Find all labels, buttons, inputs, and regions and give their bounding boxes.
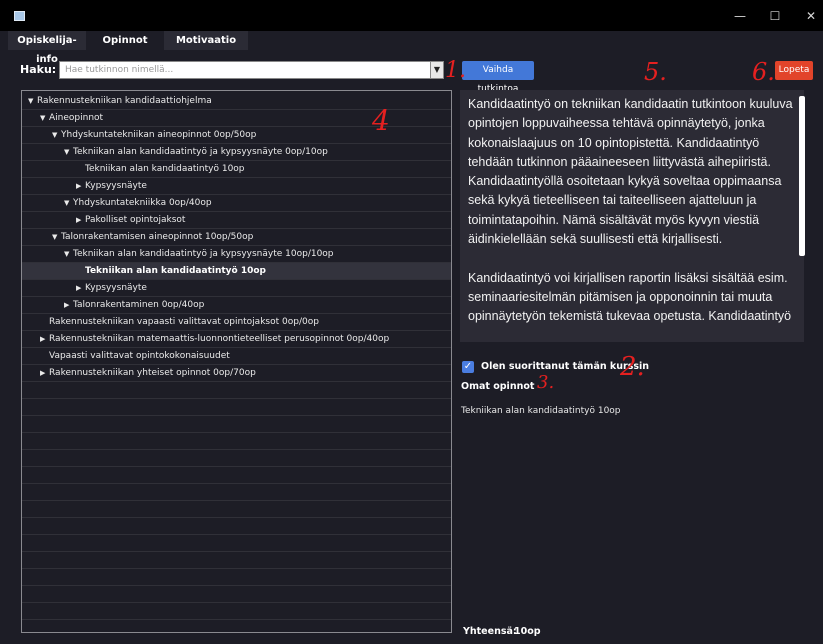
minimize-button[interactable]: — [730, 7, 750, 25]
tree-empty-row [22, 484, 451, 501]
tree-item[interactable]: ▼ Tekniikan alan kandidaatintyö ja kypsyy… [22, 144, 451, 161]
tree-item[interactable]: Tekniikan alan kandidaatintyö 10op [22, 263, 451, 280]
tree-empty-row [22, 569, 451, 586]
annotation-1: 1. [445, 58, 466, 83]
tree-item[interactable]: ▶ Kypsyysnäyte [22, 280, 451, 297]
tree-item-label: Vapaasti valittavat opintokokonaisuudet [49, 351, 230, 361]
chevron-right-icon[interactable]: ▶ [40, 331, 49, 348]
own-studies-item[interactable]: Tekniikan alan kandidaatintyö 10op [461, 406, 621, 416]
chevron-down-icon[interactable]: ▼ [52, 127, 61, 144]
chevron-right-icon[interactable]: ▶ [76, 280, 85, 297]
check-icon: ✓ [463, 361, 473, 372]
course-description: Kandidaatintyö on tekniikan kandidaatin … [468, 95, 793, 342]
tree-item[interactable]: ▼ Tekniikan alan kandidaatintyö ja kypsyy… [22, 246, 451, 263]
chevron-down-icon[interactable]: ▼ [64, 144, 73, 161]
tree-empty-row [22, 552, 451, 569]
chevron-down-icon[interactable]: ▼ [40, 110, 49, 127]
quit-button[interactable]: Lopeta [775, 61, 813, 80]
completed-checkbox[interactable]: ✓ [462, 361, 474, 373]
tree-item-label: Rakennustekniikan kandidaattiohjelma [37, 96, 212, 106]
tree-empty-row [22, 518, 451, 535]
tree-item[interactable]: Rakennustekniikan vapaasti valittavat op… [22, 314, 451, 331]
annotation-3: 3. [537, 372, 555, 393]
chevron-right-icon[interactable]: ▶ [76, 212, 85, 229]
change-degree-button[interactable]: Vaihda tutkintoa [462, 61, 534, 94]
search-label: Haku: [20, 63, 57, 76]
tree-item[interactable]: ▼ Talonrakentamisen aineopinnot 10op/50op [22, 229, 451, 246]
annotation-6: 6. [752, 58, 775, 86]
tree-item[interactable]: ▶ Kypsyysnäyte [22, 178, 451, 195]
description-paragraph: Kandidaatintyö voi kirjallisen raportin … [468, 270, 792, 324]
title-bar: — ☐ ✕ [0, 0, 823, 31]
chevron-down-icon[interactable]: ▼ [64, 195, 73, 212]
tree-item[interactable]: ▶ Talonrakentaminen 0op/40op [22, 297, 451, 314]
tree-item-label: Rakennustekniikan yhteiset opinnot 0op/7… [49, 368, 256, 378]
search-input[interactable]: Hae tutkinnon nimellä... [59, 61, 436, 79]
tab-opiskelija-info[interactable]: Opiskelija-info [8, 31, 86, 65]
tree-empty-row [22, 586, 451, 603]
tab-content-top [8, 50, 815, 54]
description-paragraph: Kandidaatintyö on tekniikan kandidaatin … [468, 97, 793, 247]
tree-item-label: Yhdyskuntatekniikka 0op/40op [73, 198, 212, 208]
annotation-2: 2. [620, 352, 645, 382]
chevron-down-icon[interactable]: ▼ [64, 246, 73, 263]
tree-empty-row [22, 416, 451, 433]
tree-item[interactable]: Vapaasti valittavat opintokokonaisuudet [22, 348, 451, 365]
tab-motivaatio[interactable]: Motivaatio [164, 31, 248, 50]
chevron-right-icon[interactable]: ▶ [64, 297, 73, 314]
tree-empty-row [22, 535, 451, 552]
tree-empty-row [22, 603, 451, 620]
tree-empty-row [22, 433, 451, 450]
tree-empty-row [22, 467, 451, 484]
chevron-down-icon[interactable]: ▼ [28, 93, 37, 110]
tree-item-label: Tekniikan alan kandidaatintyö 10op [85, 266, 266, 276]
chevron-right-icon[interactable]: ▶ [40, 365, 49, 382]
tree-item-label: Kypsyysnäyte [85, 283, 147, 293]
study-tree[interactable]: ▼ Rakennustekniikan kandidaattiohjelma ▼ Ai… [21, 90, 452, 633]
total-label: Yhteensä: [463, 626, 517, 637]
course-description-panel[interactable]: Kandidaatintyö on tekniikan kandidaatin … [460, 90, 804, 342]
tree-item-label: Talonrakentamisen aineopinnot 10op/50op [61, 232, 254, 242]
tree-item-label: Rakennustekniikan vapaasti valittavat op… [49, 317, 319, 327]
tree-item[interactable]: ▶ Rakennustekniikan yhteiset opinnot 0op/… [22, 365, 451, 382]
tree-item[interactable]: ▶ Pakolliset opintojaksot [22, 212, 451, 229]
tree-item-label: Tekniikan alan kandidaatintyö ja kypsyys… [73, 249, 334, 259]
tree-item-label: Rakennustekniikan matemaattis-luonnontie… [49, 334, 390, 344]
tree-item[interactable]: ▼ Yhdyskuntatekniikka 0op/40op [22, 195, 451, 212]
tree-item-label: Aineopinnot [49, 113, 104, 123]
annotation-5: 5. [644, 58, 667, 86]
annotation-4: 4 [372, 104, 390, 137]
tree-empty-row [22, 501, 451, 518]
search-dropdown-button[interactable]: ▼ [430, 61, 444, 79]
description-scrollbar[interactable] [799, 96, 805, 256]
tree-item-label: Kypsyysnäyte [85, 181, 147, 191]
tree-item-label: Yhdyskuntatekniikan aineopinnot 0op/50op [61, 130, 257, 140]
tree-empty-row [22, 399, 451, 416]
tab-opinnot[interactable]: Opinnot [86, 31, 164, 50]
chevron-down-icon[interactable]: ▼ [52, 229, 61, 246]
tree-item[interactable]: ▶ Rakennustekniikan matemaattis-luonnonti… [22, 331, 451, 348]
app-icon [14, 11, 25, 21]
tree-empty-row [22, 450, 451, 467]
tree-item-label: Talonrakentaminen 0op/40op [73, 300, 205, 310]
own-studies-title: Omat opinnot [461, 381, 535, 392]
close-button[interactable]: ✕ [801, 7, 821, 25]
total-value: 10op [514, 626, 541, 637]
maximize-button[interactable]: ☐ [765, 7, 785, 25]
tree-empty-row [22, 382, 451, 399]
tree-item[interactable]: Tekniikan alan kandidaatintyö 10op [22, 161, 451, 178]
tree-item-label: Pakolliset opintojaksot [85, 215, 186, 225]
chevron-down-icon: ▼ [433, 65, 441, 74]
tree-item-label: Tekniikan alan kandidaatintyö 10op [85, 164, 245, 174]
tree-item-label: Tekniikan alan kandidaatintyö ja kypsyys… [73, 147, 328, 157]
chevron-right-icon[interactable]: ▶ [76, 178, 85, 195]
